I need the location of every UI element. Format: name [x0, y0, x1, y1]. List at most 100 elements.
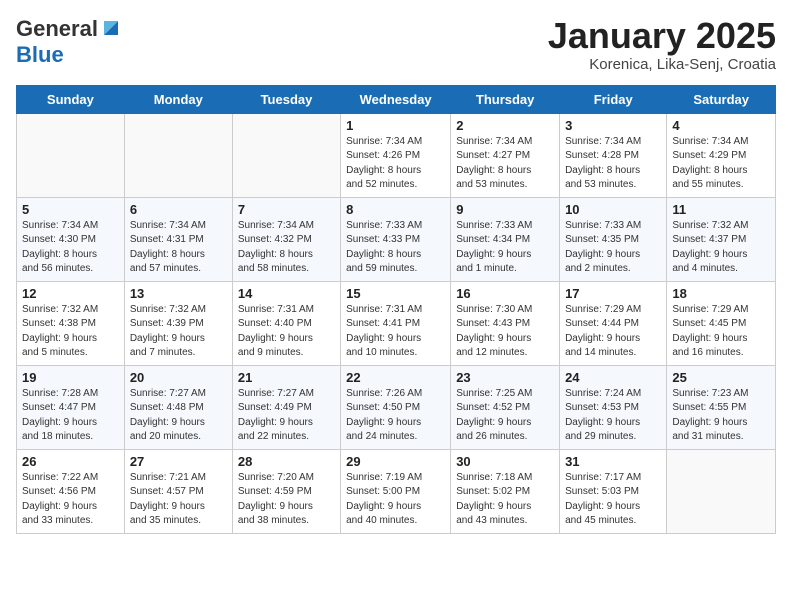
day-info: Sunrise: 7:34 AM Sunset: 4:28 PM Dayligh…	[565, 135, 661, 193]
calendar-cell: 17 Sunrise: 7:29 AM Sunset: 4:44 PM Dayli…	[560, 281, 667, 365]
calendar-cell: 12 Sunrise: 7:32 AM Sunset: 4:38 PM Dayli…	[17, 281, 125, 365]
calendar-cell	[17, 113, 125, 197]
day-info: Sunrise: 7:33 AM Sunset: 4:35 PM Dayligh…	[565, 219, 661, 277]
title-area: January 2025 Korenica, Lika-Senj, Croati…	[548, 16, 776, 73]
day-info: Sunrise: 7:23 AM Sunset: 4:55 PM Dayligh…	[672, 387, 770, 445]
day-number: 3	[565, 118, 661, 133]
day-info: Sunrise: 7:28 AM Sunset: 4:47 PM Dayligh…	[22, 387, 119, 445]
calendar-cell: 26 Sunrise: 7:22 AM Sunset: 4:56 PM Dayli…	[17, 449, 125, 533]
calendar-cell: 6Sunrise: 7:34 AM Sunset: 4:31 PM Daylig…	[124, 197, 232, 281]
day-info: Sunrise: 7:24 AM Sunset: 4:53 PM Dayligh…	[565, 387, 661, 445]
calendar-cell: 27Sunrise: 7:21 AM Sunset: 4:57 PM Dayli…	[124, 449, 232, 533]
day-number: 18	[672, 286, 770, 301]
day-info: Sunrise: 7:22 AM Sunset: 4:56 PM Dayligh…	[22, 471, 119, 529]
calendar-cell: 30Sunrise: 7:18 AM Sunset: 5:02 PM Dayli…	[451, 449, 560, 533]
logo-blue: Blue	[16, 42, 64, 68]
day-number: 17	[565, 286, 661, 301]
day-info: Sunrise: 7:17 AM Sunset: 5:03 PM Dayligh…	[565, 471, 661, 529]
calendar-cell: 18Sunrise: 7:29 AM Sunset: 4:45 PM Dayli…	[667, 281, 776, 365]
day-info: Sunrise: 7:34 AM Sunset: 4:30 PM Dayligh…	[22, 219, 119, 277]
calendar-cell: 16 Sunrise: 7:30 AM Sunset: 4:43 PM Dayli…	[451, 281, 560, 365]
day-info: Sunrise: 7:31 AM Sunset: 4:41 PM Dayligh…	[346, 303, 445, 361]
calendar-cell: 3 Sunrise: 7:34 AM Sunset: 4:28 PM Daylig…	[560, 113, 667, 197]
calendar-table: SundayMondayTuesdayWednesdayThursdayFrid…	[16, 85, 776, 534]
day-number: 4	[672, 118, 770, 133]
weekday-header-thursday: Thursday	[451, 85, 560, 113]
day-info: Sunrise: 7:34 AM Sunset: 4:32 PM Dayligh…	[238, 219, 335, 277]
day-info: Sunrise: 7:21 AM Sunset: 4:57 PM Dayligh…	[130, 471, 227, 529]
week-row-4: 26 Sunrise: 7:22 AM Sunset: 4:56 PM Dayli…	[17, 449, 776, 533]
day-info: Sunrise: 7:26 AM Sunset: 4:50 PM Dayligh…	[346, 387, 445, 445]
calendar-cell: 14Sunrise: 7:31 AM Sunset: 4:40 PM Dayli…	[232, 281, 340, 365]
day-number: 23	[456, 370, 554, 385]
day-number: 11	[672, 202, 770, 217]
weekday-header-monday: Monday	[124, 85, 232, 113]
calendar-cell: 29 Sunrise: 7:19 AM Sunset: 5:00 PM Dayli…	[341, 449, 451, 533]
logo-general: General	[16, 16, 98, 42]
day-info: Sunrise: 7:34 AM Sunset: 4:27 PM Dayligh…	[456, 135, 554, 193]
calendar-cell: 21Sunrise: 7:27 AM Sunset: 4:49 PM Dayli…	[232, 365, 340, 449]
calendar-cell	[124, 113, 232, 197]
week-row-3: 19 Sunrise: 7:28 AM Sunset: 4:47 PM Dayli…	[17, 365, 776, 449]
calendar-cell: 13 Sunrise: 7:32 AM Sunset: 4:39 PM Dayli…	[124, 281, 232, 365]
day-info: Sunrise: 7:33 AM Sunset: 4:33 PM Dayligh…	[346, 219, 445, 277]
day-number: 19	[22, 370, 119, 385]
calendar-cell	[232, 113, 340, 197]
calendar-cell: 7 Sunrise: 7:34 AM Sunset: 4:32 PM Daylig…	[232, 197, 340, 281]
logo-icon	[100, 17, 122, 39]
location: Korenica, Lika-Senj, Croatia	[548, 56, 776, 73]
calendar-cell: 22 Sunrise: 7:26 AM Sunset: 4:50 PM Dayli…	[341, 365, 451, 449]
day-info: Sunrise: 7:30 AM Sunset: 4:43 PM Dayligh…	[456, 303, 554, 361]
day-number: 22	[346, 370, 445, 385]
weekday-header-tuesday: Tuesday	[232, 85, 340, 113]
day-number: 25	[672, 370, 770, 385]
day-number: 31	[565, 454, 661, 469]
day-info: Sunrise: 7:20 AM Sunset: 4:59 PM Dayligh…	[238, 471, 335, 529]
week-row-2: 12 Sunrise: 7:32 AM Sunset: 4:38 PM Dayli…	[17, 281, 776, 365]
calendar-cell: 10Sunrise: 7:33 AM Sunset: 4:35 PM Dayli…	[560, 197, 667, 281]
day-info: Sunrise: 7:32 AM Sunset: 4:38 PM Dayligh…	[22, 303, 119, 361]
calendar-cell: 2 Sunrise: 7:34 AM Sunset: 4:27 PM Daylig…	[451, 113, 560, 197]
calendar-cell: 23Sunrise: 7:25 AM Sunset: 4:52 PM Dayli…	[451, 365, 560, 449]
day-number: 2	[456, 118, 554, 133]
day-number: 24	[565, 370, 661, 385]
calendar-cell	[667, 449, 776, 533]
day-number: 26	[22, 454, 119, 469]
day-number: 6	[130, 202, 227, 217]
logo: General Blue	[16, 16, 122, 68]
day-number: 12	[22, 286, 119, 301]
calendar-cell: 24 Sunrise: 7:24 AM Sunset: 4:53 PM Dayli…	[560, 365, 667, 449]
day-info: Sunrise: 7:32 AM Sunset: 4:39 PM Dayligh…	[130, 303, 227, 361]
day-number: 29	[346, 454, 445, 469]
weekday-header-saturday: Saturday	[667, 85, 776, 113]
day-number: 28	[238, 454, 335, 469]
day-info: Sunrise: 7:31 AM Sunset: 4:40 PM Dayligh…	[238, 303, 335, 361]
day-info: Sunrise: 7:19 AM Sunset: 5:00 PM Dayligh…	[346, 471, 445, 529]
calendar-cell: 1Sunrise: 7:34 AM Sunset: 4:26 PM Daylig…	[341, 113, 451, 197]
calendar-cell: 20Sunrise: 7:27 AM Sunset: 4:48 PM Dayli…	[124, 365, 232, 449]
calendar-cell: 9Sunrise: 7:33 AM Sunset: 4:34 PM Daylig…	[451, 197, 560, 281]
day-number: 7	[238, 202, 335, 217]
calendar-cell: 28 Sunrise: 7:20 AM Sunset: 4:59 PM Dayli…	[232, 449, 340, 533]
day-info: Sunrise: 7:29 AM Sunset: 4:44 PM Dayligh…	[565, 303, 661, 361]
day-info: Sunrise: 7:27 AM Sunset: 4:49 PM Dayligh…	[238, 387, 335, 445]
day-info: Sunrise: 7:32 AM Sunset: 4:37 PM Dayligh…	[672, 219, 770, 277]
calendar-cell: 5 Sunrise: 7:34 AM Sunset: 4:30 PM Daylig…	[17, 197, 125, 281]
calendar-cell: 15Sunrise: 7:31 AM Sunset: 4:41 PM Dayli…	[341, 281, 451, 365]
day-number: 5	[22, 202, 119, 217]
month-title: January 2025	[548, 16, 776, 56]
day-info: Sunrise: 7:34 AM Sunset: 4:29 PM Dayligh…	[672, 135, 770, 193]
weekday-header-friday: Friday	[560, 85, 667, 113]
day-number: 1	[346, 118, 445, 133]
weekday-header-row: SundayMondayTuesdayWednesdayThursdayFrid…	[17, 85, 776, 113]
calendar-cell: 8 Sunrise: 7:33 AM Sunset: 4:33 PM Daylig…	[341, 197, 451, 281]
day-info: Sunrise: 7:18 AM Sunset: 5:02 PM Dayligh…	[456, 471, 554, 529]
weekday-header-wednesday: Wednesday	[341, 85, 451, 113]
day-number: 16	[456, 286, 554, 301]
day-number: 8	[346, 202, 445, 217]
day-number: 20	[130, 370, 227, 385]
day-info: Sunrise: 7:33 AM Sunset: 4:34 PM Dayligh…	[456, 219, 554, 277]
week-row-0: 1Sunrise: 7:34 AM Sunset: 4:26 PM Daylig…	[17, 113, 776, 197]
calendar-cell: 4 Sunrise: 7:34 AM Sunset: 4:29 PM Daylig…	[667, 113, 776, 197]
day-number: 13	[130, 286, 227, 301]
